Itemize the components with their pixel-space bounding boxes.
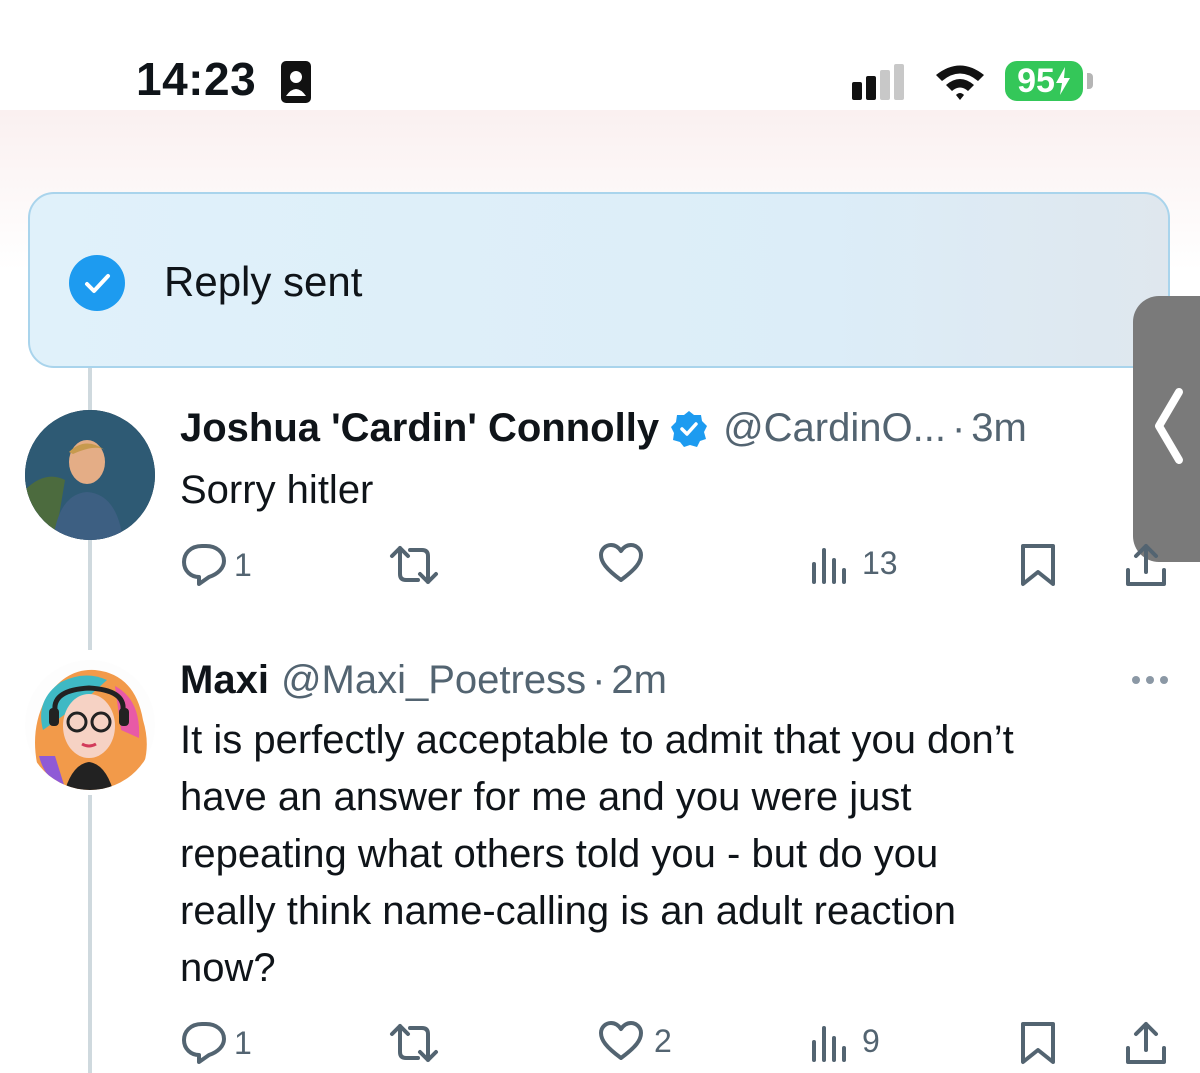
repost-button[interactable] [388, 542, 440, 588]
bookmark-icon [1021, 544, 1055, 586]
tweet-text-line: really think name-calling is an adult re… [180, 889, 956, 933]
bookmark-button[interactable] [1018, 542, 1058, 588]
status-bar: 14:23 95 [0, 0, 1200, 140]
tweet-text-line: have an answer for me and you were just [180, 775, 912, 819]
share-icon [1126, 1022, 1166, 1064]
post-time[interactable]: 3m [971, 406, 1027, 451]
battery-level: 95 [1017, 61, 1055, 100]
views-button[interactable]: 13 [810, 542, 898, 584]
verified-badge-icon [671, 410, 708, 447]
repost-icon [390, 1024, 438, 1062]
checkmark-circle-icon [69, 255, 125, 311]
battery-cap [1087, 73, 1093, 89]
repost-button[interactable] [388, 1020, 440, 1066]
avatar[interactable] [25, 660, 155, 790]
avatar-image [25, 660, 155, 790]
bookmark-icon [1021, 1022, 1055, 1064]
share-button[interactable] [1124, 1020, 1168, 1066]
id-card-icon [281, 61, 311, 103]
share-button[interactable] [1124, 542, 1168, 588]
post-time[interactable]: 2m [611, 658, 667, 703]
tweet-text-line: It is perfectly acceptable to admit that… [180, 718, 1014, 762]
bookmark-button[interactable] [1018, 1020, 1058, 1066]
reply-sent-toast[interactable]: Reply sent [28, 192, 1170, 368]
share-icon [1126, 544, 1166, 586]
views-icon [812, 548, 846, 584]
author-name[interactable]: Joshua 'Cardin' Connolly [180, 406, 659, 451]
tweet-text-line: now? [180, 946, 276, 990]
tweet-header: Joshua 'Cardin' Connolly @CardinO... · 3… [180, 406, 1027, 451]
views-icon [812, 1026, 846, 1062]
toast-message: Reply sent [164, 258, 363, 305]
reply-button[interactable]: 1 [180, 542, 252, 588]
side-panel-handle[interactable] [1133, 296, 1200, 562]
tweet-text-line: repeating what others told you - but do … [180, 832, 939, 876]
like-icon [599, 1021, 643, 1060]
repost-icon [390, 546, 438, 584]
tweet-text: Sorry hitler [180, 468, 374, 512]
separator-dot: · [951, 406, 966, 450]
tweet-actions: 1 13 [0, 542, 1200, 592]
view-count: 13 [862, 544, 898, 581]
like-count: 2 [654, 1022, 672, 1059]
battery-indicator: 95 [1005, 61, 1083, 101]
reply-count: 1 [234, 1024, 252, 1061]
separator-dot: · [592, 658, 606, 702]
cellular-signal-icon [852, 64, 904, 100]
status-time: 14:23 [136, 53, 257, 105]
avatar-image [25, 410, 155, 540]
reply-count: 1 [234, 546, 252, 583]
like-button[interactable]: 2 [598, 1020, 672, 1062]
like-icon [599, 543, 643, 582]
author-handle[interactable]: @Maxi_Poetress [281, 658, 586, 703]
like-button[interactable] [598, 542, 644, 584]
views-button[interactable]: 9 [810, 1020, 880, 1062]
more-icon[interactable] [1130, 674, 1170, 686]
charging-bolt-icon [1055, 67, 1070, 95]
avatar[interactable] [25, 410, 155, 540]
author-name[interactable]: Maxi [180, 658, 269, 703]
wifi-icon [936, 65, 984, 100]
tweet-actions: 1 2 9 [0, 1020, 1200, 1070]
chevron-left-icon [1155, 388, 1183, 464]
reply-icon [182, 544, 226, 586]
view-count: 9 [862, 1022, 880, 1059]
tweet-text: It is perfectly acceptable to admit that… [180, 712, 1160, 997]
author-handle[interactable]: @CardinO... [723, 406, 946, 451]
tweet-header: Maxi @Maxi_Poetress · 2m [180, 658, 667, 703]
reply-button[interactable]: 1 [180, 1020, 252, 1066]
reply-icon [182, 1022, 226, 1064]
